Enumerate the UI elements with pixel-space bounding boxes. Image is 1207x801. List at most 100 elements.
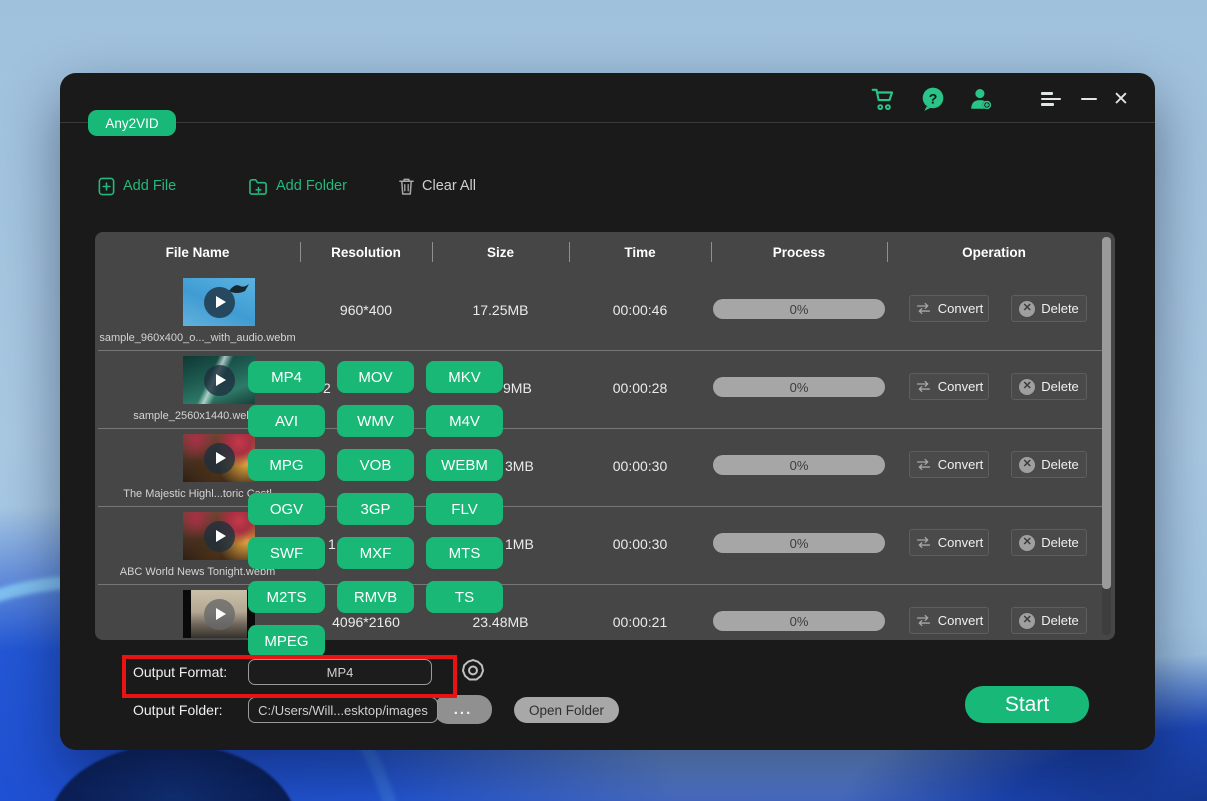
output-folder-input[interactable] xyxy=(248,697,438,723)
format-option-m4v[interactable]: M4V xyxy=(426,405,503,437)
convert-icon xyxy=(915,614,932,627)
format-option-3gp[interactable]: 3GP xyxy=(337,493,414,525)
table-row: 4096*216023.48MB00:00:210%Convert✕Delete xyxy=(95,584,1101,640)
table-row: The Majestic Highl...toric Castl3MB00:00… xyxy=(95,428,1101,506)
menu-icon xyxy=(1041,92,1061,106)
play-icon[interactable] xyxy=(204,521,235,552)
table-row: sample_960x400_o..._with_audio.webm960*4… xyxy=(95,272,1101,350)
column-header-time: Time xyxy=(569,232,711,272)
video-thumbnail[interactable] xyxy=(183,590,255,638)
convert-button[interactable]: Convert xyxy=(909,295,989,322)
svg-text:?: ? xyxy=(929,90,938,106)
add-file-label: Add File xyxy=(123,178,176,194)
play-icon[interactable] xyxy=(204,365,235,396)
convert-label: Convert xyxy=(938,535,984,550)
delete-button[interactable]: ✕Delete xyxy=(1011,295,1087,322)
format-option-ogv[interactable]: OGV xyxy=(248,493,325,525)
format-option-mpeg[interactable]: MPEG xyxy=(248,625,325,657)
convert-label: Convert xyxy=(938,613,984,628)
convert-button[interactable]: Convert xyxy=(909,607,989,634)
column-header-file-name: File Name xyxy=(95,232,300,272)
delete-label: Delete xyxy=(1041,535,1079,550)
progress-value: 0% xyxy=(790,536,809,551)
delete-icon: ✕ xyxy=(1019,301,1035,317)
play-icon[interactable] xyxy=(204,443,235,474)
menu-button[interactable] xyxy=(1036,85,1066,113)
delete-label: Delete xyxy=(1041,613,1079,628)
column-header-resolution: Resolution xyxy=(300,232,432,272)
open-folder-button[interactable]: Open Folder xyxy=(514,697,619,723)
browse-button[interactable]: ... xyxy=(434,695,492,724)
minimize-icon xyxy=(1081,98,1097,101)
format-settings-button[interactable] xyxy=(459,657,487,685)
format-option-mxf[interactable]: MXF xyxy=(337,537,414,569)
app-badge: Any2VID xyxy=(88,110,176,136)
convert-icon xyxy=(915,302,932,315)
help-button[interactable]: ? xyxy=(918,85,948,113)
progress-value: 0% xyxy=(790,302,809,317)
add-file-button[interactable]: Add File xyxy=(97,173,176,199)
video-thumbnail[interactable] xyxy=(183,278,255,326)
video-thumbnail[interactable] xyxy=(183,512,255,560)
output-format-label: Output Format: xyxy=(133,664,227,680)
format-option-mpg[interactable]: MPG xyxy=(248,449,325,481)
delete-label: Delete xyxy=(1041,457,1079,472)
table-header: File Name Resolution Size Time Process O… xyxy=(95,232,1115,272)
progress-bar: 0% xyxy=(713,611,885,631)
convert-button[interactable]: Convert xyxy=(909,451,989,478)
cart-icon xyxy=(870,86,896,112)
format-option-rmvb[interactable]: RMVB xyxy=(337,581,414,613)
column-header-size: Size xyxy=(432,232,569,272)
delete-button[interactable]: ✕ Delete xyxy=(1011,373,1087,400)
time-value: 00:00:30 xyxy=(569,456,711,476)
scrollbar-track[interactable] xyxy=(1102,237,1111,635)
play-icon[interactable] xyxy=(204,599,235,630)
delete-button[interactable]: ✕Delete xyxy=(1011,529,1087,556)
convert-button[interactable]: Convert xyxy=(909,373,989,400)
format-option-avi[interactable]: AVI xyxy=(248,405,325,437)
output-format-input[interactable] xyxy=(248,659,432,685)
add-folder-button[interactable]: Add Folder xyxy=(248,173,347,199)
help-icon: ? xyxy=(920,86,946,112)
time-value: 00:00:21 xyxy=(569,612,711,632)
format-option-swf[interactable]: SWF xyxy=(248,537,325,569)
size-value: 23.48MB xyxy=(432,612,569,632)
delete-button[interactable]: ✕Delete xyxy=(1011,607,1087,634)
account-add-icon xyxy=(968,86,994,112)
convert-label: Convert xyxy=(938,457,984,472)
format-option-mts[interactable]: MTS xyxy=(426,537,503,569)
minimize-button[interactable] xyxy=(1074,85,1104,113)
start-button[interactable]: Start xyxy=(965,686,1089,723)
account-button[interactable] xyxy=(966,85,996,113)
delete-icon: ✕ xyxy=(1019,379,1035,395)
convert-button[interactable]: Convert xyxy=(909,529,989,556)
format-option-wmv[interactable]: WMV xyxy=(337,405,414,437)
format-option-webm[interactable]: WEBM xyxy=(426,449,503,481)
scrollbar-thumb[interactable] xyxy=(1102,237,1111,589)
format-option-mov[interactable]: MOV xyxy=(337,361,414,393)
delete-icon: ✕ xyxy=(1019,457,1035,473)
video-thumbnail[interactable] xyxy=(183,434,255,482)
progress-bar: 0% xyxy=(713,377,885,397)
add-folder-icon xyxy=(248,177,269,196)
progress-bar: 0% xyxy=(713,533,885,553)
cart-button[interactable] xyxy=(868,85,898,113)
delete-button[interactable]: ✕ Delete xyxy=(1011,451,1087,478)
clear-all-button[interactable]: Clear All xyxy=(398,173,476,199)
file-table: File Name Resolution Size Time Process O… xyxy=(95,232,1115,640)
delete-label: Delete xyxy=(1041,379,1079,394)
column-header-process: Process xyxy=(711,232,887,272)
format-option-m2ts[interactable]: M2TS xyxy=(248,581,325,613)
play-icon[interactable] xyxy=(204,287,235,318)
video-thumbnail[interactable] xyxy=(183,356,255,404)
format-option-vob[interactable]: VOB xyxy=(337,449,414,481)
format-option-ts[interactable]: TS xyxy=(426,581,503,613)
output-folder-label: Output Folder: xyxy=(133,702,223,718)
format-option-mp4[interactable]: MP4 xyxy=(248,361,325,393)
progress-value: 0% xyxy=(790,380,809,395)
convert-icon xyxy=(915,536,932,549)
format-option-mkv[interactable]: MKV xyxy=(426,361,503,393)
format-option-flv[interactable]: FLV xyxy=(426,493,503,525)
time-value: 00:00:46 xyxy=(569,300,711,320)
close-button[interactable]: ✕ xyxy=(1106,85,1136,113)
